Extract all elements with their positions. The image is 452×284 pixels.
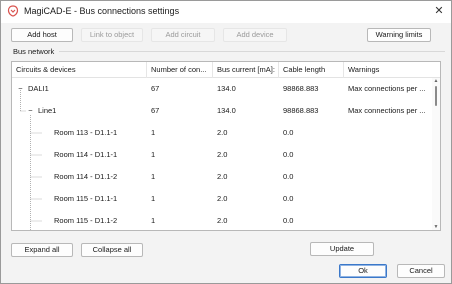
row-bus-current: 134.0 [217, 84, 236, 93]
row-bus-current: 2.0 [217, 216, 228, 225]
row-name: Room 114 - D1.1-1 [54, 150, 118, 159]
row-connections: 1 [151, 150, 156, 159]
vertical-scrollbar[interactable]: ▲ ▼ [432, 78, 440, 230]
link-to-object-button[interactable]: Link to object [81, 28, 143, 42]
row-connections: 1 [151, 172, 156, 181]
tree-row-line1[interactable]: − Line1 67 134.0 98868.883 Max connectio… [12, 103, 432, 119]
cancel-button[interactable]: Cancel [397, 264, 445, 278]
tree-row-device[interactable]: Room 115 - D1.1-1 1 2.0 0.0 [12, 191, 432, 207]
collapse-icon[interactable]: − [26, 103, 35, 119]
row-name: Room 115 - D1.1-2 [54, 216, 118, 225]
row-name: Line1 [38, 106, 57, 115]
row-cable-length: 0.0 [283, 194, 294, 203]
close-icon[interactable]: ✕ [431, 4, 447, 18]
column-header-connections[interactable]: Number of con... [147, 62, 213, 78]
add-host-button[interactable]: Add host [11, 28, 73, 42]
row-cable-length: 98868.883 [283, 84, 319, 93]
ok-button[interactable]: Ok [339, 264, 387, 278]
add-circuit-button[interactable]: Add circuit [151, 28, 215, 42]
row-bus-current: 2.0 [217, 150, 228, 159]
tree-header: Circuits & devices Number of con... Bus … [12, 62, 440, 78]
row-bus-current: 2.0 [217, 194, 228, 203]
collapse-all-button[interactable]: Collapse all [81, 243, 143, 257]
update-button[interactable]: Update [310, 242, 374, 256]
row-cable-length: 0.0 [283, 172, 294, 181]
row-bus-current: 2.0 [217, 172, 228, 181]
row-cable-length: 98868.883 [283, 106, 319, 115]
tree-row-device[interactable]: Room 114 - D1.1-2 1 2.0 0.0 [12, 169, 432, 185]
row-bus-current: 134.0 [217, 106, 236, 115]
tree-row-dali1[interactable]: − DALI1 67 134.0 98868.883 Max connectio… [12, 81, 432, 97]
group-divider [59, 51, 445, 52]
row-name: Room 115 - D1.1-1 [54, 194, 118, 203]
row-cable-length: 0.0 [283, 128, 294, 137]
magicad-logo-icon [7, 5, 19, 17]
bus-network-tree[interactable]: Circuits & devices Number of con... Bus … [11, 61, 441, 231]
dialog-window: MagiCAD-E - Bus connections settings ✕ A… [0, 0, 452, 284]
title-bar: MagiCAD-E - Bus connections settings ✕ [1, 1, 451, 23]
row-cable-length: 0.0 [283, 150, 294, 159]
row-name: DALI1 [28, 84, 49, 93]
window-title: MagiCAD-E - Bus connections settings [24, 6, 180, 16]
collapse-icon[interactable]: − [16, 81, 25, 97]
row-connections: 1 [151, 216, 156, 225]
row-name: Room 114 - D1.1-2 [54, 172, 118, 181]
column-header-circuits[interactable]: Circuits & devices [12, 62, 147, 78]
row-connections: 1 [151, 128, 156, 137]
scroll-up-arrow-icon[interactable]: ▲ [433, 78, 439, 84]
add-device-button[interactable]: Add device [223, 28, 287, 42]
scroll-down-arrow-icon[interactable]: ▼ [433, 224, 439, 230]
row-warnings: Max connections per ... [348, 84, 426, 93]
row-warnings: Max connections per ... [348, 106, 426, 115]
tree-row-device[interactable]: Room 113 - D1.1-1 1 2.0 0.0 [12, 125, 432, 141]
bus-network-label: Bus network [13, 47, 55, 56]
column-header-bus-current[interactable]: Bus current [mA]: [213, 62, 279, 78]
expand-all-button[interactable]: Expand all [11, 243, 73, 257]
scroll-thumb[interactable] [435, 86, 437, 106]
row-cable-length: 0.0 [283, 216, 294, 225]
tree-row-device[interactable]: Room 114 - D1.1-1 1 2.0 0.0 [12, 147, 432, 163]
row-name: Room 113 - D1.1-1 [54, 128, 118, 137]
row-connections: 67 [151, 84, 160, 93]
column-header-cable-length[interactable]: Cable length [279, 62, 344, 78]
row-bus-current: 2.0 [217, 128, 228, 137]
column-header-warnings[interactable]: Warnings [344, 62, 432, 78]
row-connections: 67 [151, 106, 160, 115]
row-connections: 1 [151, 194, 156, 203]
warning-limits-button[interactable]: Warning limits [367, 28, 431, 42]
tree-row-device[interactable]: Room 115 - D1.1-2 1 2.0 0.0 [12, 213, 432, 229]
